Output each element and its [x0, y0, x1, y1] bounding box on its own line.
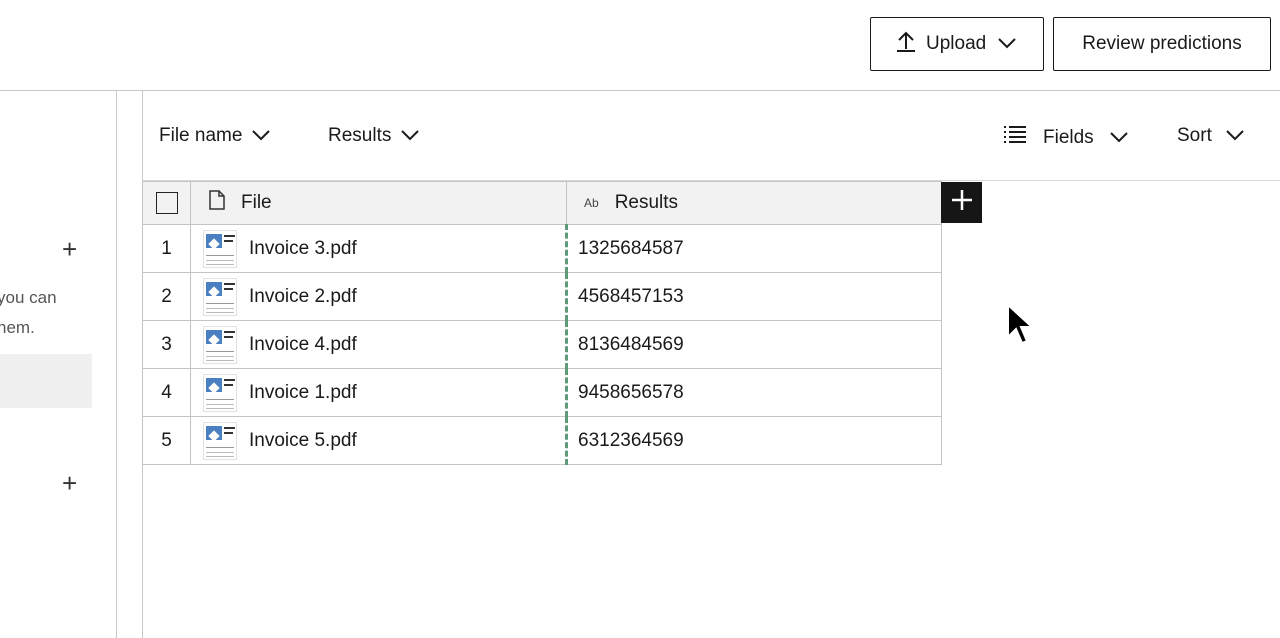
chevron-down-icon	[998, 33, 1016, 55]
select-all-checkbox[interactable]	[155, 191, 178, 214]
row-number: 5	[142, 416, 191, 465]
file-name: Invoice 5.pdf	[249, 429, 357, 451]
review-predictions-button[interactable]: Review predictions	[1053, 17, 1271, 71]
pdf-thumbnail-icon	[203, 421, 237, 460]
side-selected-item[interactable]	[0, 354, 92, 408]
file-cell[interactable]: Invoice 3.pdf	[190, 224, 567, 273]
mouse-cursor-icon	[1006, 302, 1036, 352]
upload-label: Upload	[926, 33, 987, 54]
file-column-header[interactable]: File	[190, 181, 567, 225]
pdf-thumbnail-icon	[203, 373, 237, 412]
file-name: Invoice 2.pdf	[249, 285, 357, 307]
data-table: File Ab Results 1 Invoice 3.pdf 13256845…	[142, 181, 942, 465]
side-text-line-2: hem.	[0, 318, 35, 337]
chevron-down-icon	[1226, 125, 1244, 147]
file-column-label: File	[241, 192, 272, 213]
row-number: 2	[142, 272, 191, 321]
side-text-line-1: you can	[0, 288, 57, 307]
table-header-row: File Ab Results	[142, 181, 942, 225]
plus-icon[interactable]: +	[62, 470, 77, 496]
select-all-header	[142, 181, 191, 225]
add-column-button[interactable]	[941, 182, 982, 223]
table-row[interactable]: 2 Invoice 2.pdf 4568457153	[142, 272, 942, 321]
result-cell[interactable]: 9458656578	[565, 368, 942, 417]
file-cell[interactable]: Invoice 5.pdf	[190, 416, 567, 465]
chevron-down-icon	[1109, 127, 1128, 149]
chevron-down-icon	[401, 125, 420, 147]
results-filter-label: Results	[328, 125, 392, 146]
table-row[interactable]: 4 Invoice 1.pdf 9458656578	[142, 368, 942, 417]
results-column-label: Results	[614, 192, 679, 213]
text-type-icon: Ab	[584, 196, 599, 210]
list-icon	[1003, 125, 1027, 151]
upload-button[interactable]: Upload	[870, 17, 1044, 71]
file-name-filter-label: File name	[159, 125, 243, 146]
file-cell[interactable]: Invoice 1.pdf	[190, 368, 567, 417]
file-name: Invoice 4.pdf	[249, 333, 357, 355]
file-cell[interactable]: Invoice 2.pdf	[190, 272, 567, 321]
plus-icon[interactable]: +	[62, 236, 77, 262]
upload-icon	[895, 29, 917, 59]
table-row[interactable]: 1 Invoice 3.pdf 1325684587	[142, 224, 942, 273]
table-row[interactable]: 3 Invoice 4.pdf 8136484569	[142, 320, 942, 369]
file-name: Invoice 3.pdf	[249, 237, 357, 259]
results-column-header[interactable]: Ab Results	[566, 181, 942, 225]
fields-label: Fields	[1043, 127, 1094, 148]
sort-label: Sort	[1177, 125, 1212, 146]
sort-button[interactable]: Sort	[1177, 125, 1244, 147]
row-number: 4	[142, 368, 191, 417]
result-cell[interactable]: 1325684587	[565, 224, 942, 273]
pdf-thumbnail-icon	[203, 277, 237, 316]
result-cell[interactable]: 4568457153	[565, 272, 942, 321]
file-cell[interactable]: Invoice 4.pdf	[190, 320, 567, 369]
file-name-filter[interactable]: File name	[159, 125, 271, 147]
table-row[interactable]: 5 Invoice 5.pdf 6312364569	[142, 416, 942, 465]
plus-icon	[951, 189, 973, 216]
file-name: Invoice 1.pdf	[249, 381, 357, 403]
result-cell[interactable]: 6312364569	[565, 416, 942, 465]
chevron-down-icon	[252, 125, 271, 147]
pdf-thumbnail-icon	[203, 229, 237, 268]
row-number: 3	[142, 320, 191, 369]
row-number: 1	[142, 224, 191, 273]
pdf-thumbnail-icon	[203, 325, 237, 364]
document-icon	[209, 190, 225, 216]
results-filter[interactable]: Results	[328, 125, 420, 147]
fields-button[interactable]: Fields	[1003, 125, 1128, 151]
result-cell[interactable]: 8136484569	[565, 320, 942, 369]
